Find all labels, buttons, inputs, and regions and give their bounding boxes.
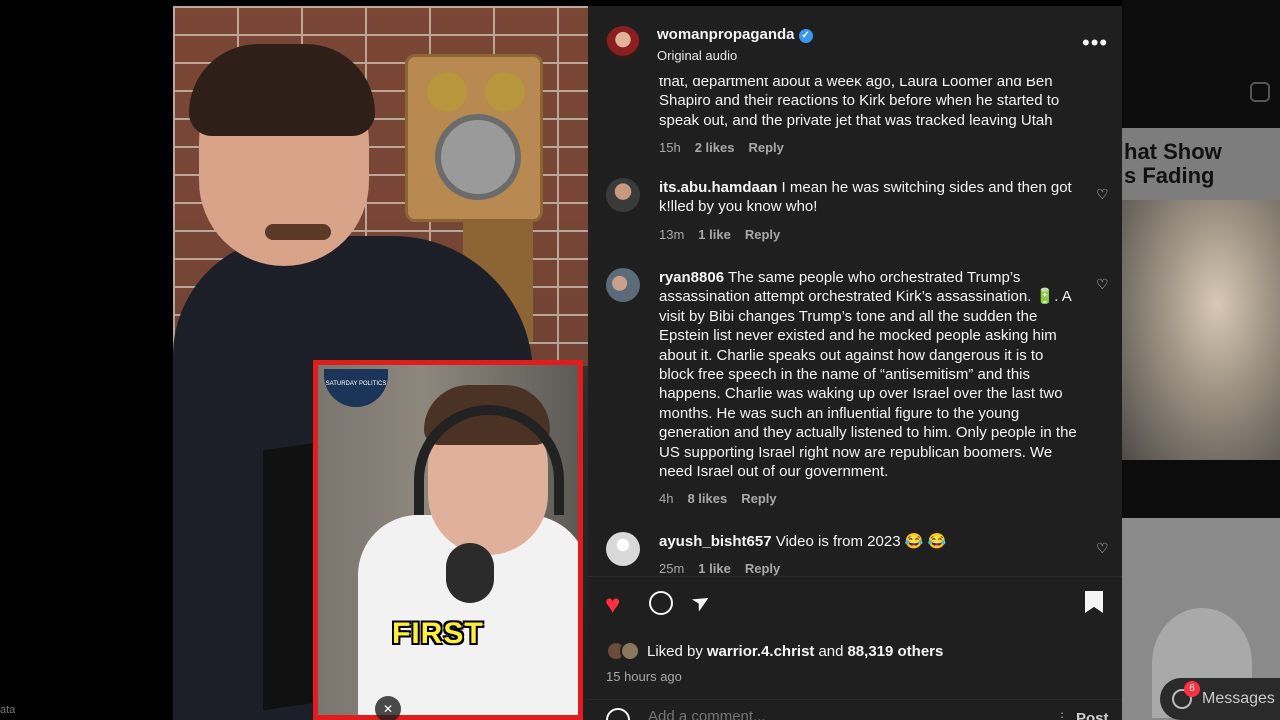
reels-icon — [1250, 82, 1270, 102]
post-header: womanpropaganda ✓ Original audio ••• — [588, 6, 1122, 78]
comment-body: its.abu.hamdaan I mean he was switching … — [659, 178, 1079, 242]
author-username[interactable]: womanpropaganda — [657, 26, 795, 43]
post-panel: womanpropaganda ✓ Original audio ••• that… — [588, 6, 1122, 720]
comment-username[interactable]: ryan8806 — [659, 269, 724, 286]
comment-text: that, department about a week ago, Laura… — [659, 78, 1060, 129]
verified-badge-icon: ✓ — [798, 29, 813, 43]
background-video-card: hat Show s Fading — [1122, 128, 1280, 460]
heart-icon[interactable]: ♡ — [1096, 276, 1109, 293]
inset-logo: SATURDAY POLITICS — [324, 369, 388, 407]
background-corner-text: ata — [0, 704, 16, 716]
phone-bell-right — [485, 72, 525, 112]
liked-by-prefix: Liked by — [647, 642, 703, 660]
share-icon[interactable]: ➤ — [687, 586, 716, 618]
emoji-icon[interactable] — [606, 708, 630, 720]
comment-meta: 15h 2 likes Reply — [659, 140, 1079, 155]
heart-icon[interactable]: ♡ — [1096, 540, 1109, 557]
video-caption: FIRST — [392, 617, 484, 650]
messenger-icon: 6 — [1172, 681, 1200, 709]
man-hair — [189, 44, 375, 136]
comment-time: 25m — [659, 561, 685, 576]
reply-button[interactable]: Reply — [741, 491, 776, 506]
liked-by-user[interactable]: warrior.4.christ — [707, 643, 815, 660]
comment-body: ryan8806 The same people who orchestrate… — [659, 268, 1079, 506]
comment-body: that, department about a week ago, Laura… — [659, 78, 1079, 155]
comment-content: Video is from 2023 😂 😂 — [775, 533, 947, 550]
comment-avatar[interactable] — [606, 178, 640, 212]
comment-body: ayush_bisht657 Video is from 2023 😂 😂 25… — [659, 532, 1079, 576]
comment-icon[interactable] — [649, 591, 673, 615]
comment-content: The same people who orchestrated Trump’s… — [659, 269, 1077, 481]
comment-avatar[interactable] — [606, 532, 640, 566]
post-button[interactable]: Post — [1076, 710, 1109, 720]
comment-time: 15h — [659, 140, 681, 156]
add-comment-bar: ⋮ Post — [588, 699, 1122, 720]
liked-by-avatar — [620, 641, 640, 661]
comment-avatar[interactable] — [606, 268, 640, 302]
comment-likes[interactable]: 1 like — [698, 227, 731, 242]
comment-meta: 13m 1 like Reply — [659, 227, 1079, 242]
comment-likes[interactable]: 1 like — [698, 561, 731, 576]
microphone — [446, 543, 494, 603]
messages-badge: 6 — [1184, 681, 1200, 697]
comment-likes[interactable]: 8 likes — [687, 491, 727, 506]
gif-icon[interactable]: ⋮ — [1056, 710, 1068, 720]
comment-meta: 25m 1 like Reply — [659, 561, 1079, 576]
audio-link[interactable]: Original audio — [657, 48, 737, 63]
comment-username[interactable]: its.abu.hamdaan — [659, 179, 777, 196]
author-username-row: womanpropaganda ✓ — [657, 26, 813, 43]
add-comment-input[interactable] — [648, 708, 1028, 720]
phone-dial — [435, 114, 521, 200]
mute-icon[interactable]: ✕ — [375, 696, 401, 720]
reel-video[interactable]: SATURDAY POLITICS FIRST — [173, 6, 588, 720]
comment-username[interactable]: ayush_bisht657 — [659, 533, 772, 550]
messages-button: 6 Messages — [1160, 678, 1280, 720]
man-mustache — [265, 224, 331, 240]
reply-button[interactable]: Reply — [748, 140, 783, 155]
reply-button[interactable]: Reply — [745, 561, 780, 576]
liked-by-row: Liked by warrior.4.christ and 88,319 oth… — [606, 641, 947, 661]
background-card-title: hat Show s Fading — [1124, 139, 1222, 188]
liked-by-conjunction: and — [818, 642, 844, 660]
heart-icon[interactable]: ♡ — [1096, 186, 1109, 203]
comments-list[interactable]: that, department about a week ago, Laura… — [588, 78, 1122, 576]
more-options-icon[interactable]: ••• — [1082, 30, 1108, 56]
post-actions: ♥ ➤ Liked by warrior.4.christ and 88,319… — [588, 576, 1122, 720]
messages-label: Messages — [1202, 690, 1275, 707]
comment-text: ryan8806 The same people who orchestrate… — [659, 268, 1079, 481]
comment-time: 4h — [659, 491, 674, 507]
reply-button[interactable]: Reply — [745, 227, 780, 242]
bookmark-icon[interactable] — [1085, 591, 1103, 613]
post-time: 15 hours ago — [606, 669, 682, 684]
liked-by-count[interactable]: 88,319 others — [847, 643, 943, 660]
author-avatar[interactable] — [606, 26, 640, 60]
liked-by-avatars — [606, 641, 642, 661]
phone-bell-left — [427, 72, 467, 112]
background-card-thumbnail — [1122, 200, 1280, 460]
comment-meta: 4h 8 likes Reply — [659, 491, 1079, 506]
comment-likes[interactable]: 2 likes — [695, 140, 735, 155]
inset-video: SATURDAY POLITICS FIRST — [313, 360, 583, 720]
comment-time: 13m — [659, 226, 685, 242]
like-heart-icon[interactable]: ♥ — [605, 591, 620, 617]
comment-text: ayush_bisht657 Video is from 2023 😂 😂 — [659, 532, 1079, 551]
comment-text: its.abu.hamdaan I mean he was switching … — [659, 178, 1079, 217]
